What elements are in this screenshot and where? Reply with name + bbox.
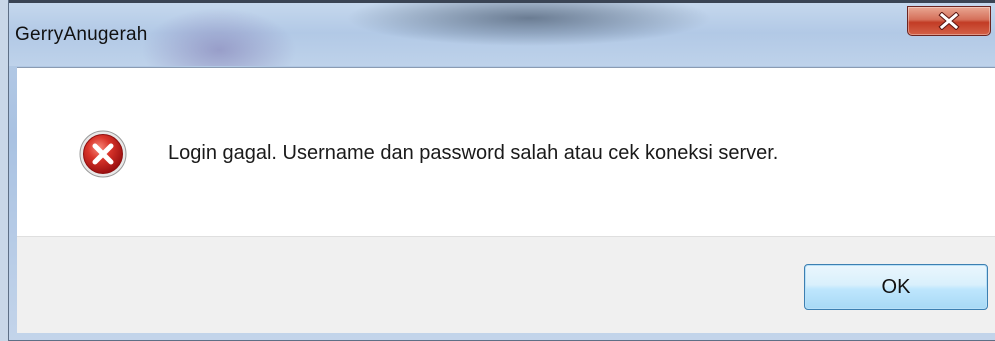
dialog-window: GerryAnugerah Login gagal. Username dan … — [0, 0, 995, 341]
window-frame: GerryAnugerah Login gagal. Username dan … — [8, 0, 995, 341]
ok-button[interactable]: OK — [804, 264, 988, 310]
message-area: Login gagal. Username dan password salah… — [17, 68, 995, 236]
button-area: OK — [17, 236, 995, 333]
close-button[interactable] — [907, 6, 991, 36]
error-icon — [79, 130, 127, 178]
window-title: GerryAnugerah — [15, 24, 148, 45]
dialog-client-area: Login gagal. Username dan password salah… — [17, 67, 995, 333]
title-bar[interactable]: GerryAnugerah — [9, 0, 995, 66]
title-bar-edge — [9, 0, 995, 3]
error-message: Login gagal. Username dan password salah… — [168, 142, 779, 164]
close-x-icon — [938, 12, 960, 30]
